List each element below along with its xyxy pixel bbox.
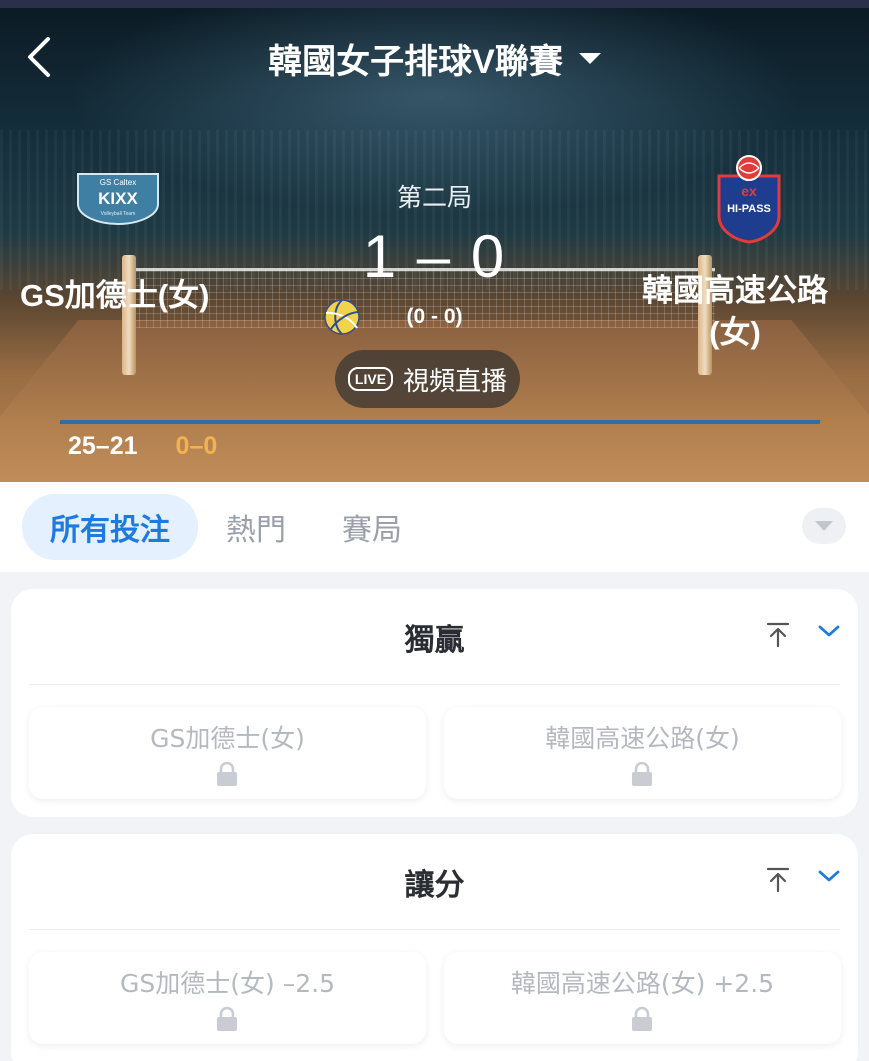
market-tabs: 所有投注 熱門 賽局	[0, 482, 869, 572]
completed-set-score: 25–21	[68, 432, 138, 460]
tab-popular[interactable]: 熱門	[198, 494, 314, 560]
triangle-down-icon	[815, 521, 833, 531]
live-badge: LIVE	[347, 367, 394, 391]
lock-icon	[217, 761, 237, 786]
odds-option-label: 韓國高速公路(女) +2.5	[510, 969, 775, 998]
market-header[interactable]: 讓分	[29, 834, 840, 930]
chevron-down-icon[interactable]	[817, 619, 841, 643]
odds-option-label: 韓國高速公路(女)	[545, 724, 740, 753]
set-scores: 25–21 0–0	[68, 432, 217, 461]
odds-option-label: GS加德士(女)	[150, 724, 305, 753]
lock-icon	[632, 761, 652, 786]
match-header: 韓國女子排球V聯賽 GS Caltex KIXX Volleyball Team…	[0, 0, 869, 482]
current-set-score-highlight: 0–0	[175, 432, 218, 460]
away-team-name-line2: (女)	[709, 315, 761, 350]
caret-down-icon	[578, 53, 601, 64]
odds-option-away[interactable]: 韓國高速公路(女)	[444, 707, 841, 799]
home-team-name: GS加德士(女)	[20, 278, 210, 313]
odds-option-home[interactable]: GS加德士(女)	[29, 707, 426, 799]
league-selector[interactable]: 韓國女子排球V聯賽	[268, 34, 601, 83]
odds-option-home[interactable]: GS加德士(女) –2.5	[29, 952, 426, 1044]
away-team-name: 韓國高速公路 (女)	[625, 270, 845, 354]
away-team-name-line1: 韓國高速公路	[642, 273, 828, 308]
period-label: 第二局	[396, 183, 472, 212]
market-header[interactable]: 獨贏	[29, 589, 840, 685]
lock-icon	[217, 1006, 237, 1031]
odds-option-away[interactable]: 韓國高速公路(女) +2.5	[444, 952, 841, 1044]
chevron-down-icon[interactable]	[817, 864, 841, 888]
market-card-moneyline: 獨贏 GS加德士(女) 韓國高速公路(女)	[11, 589, 858, 817]
live-stream-button[interactable]: LIVE 視頻直播	[335, 350, 520, 408]
pin-to-top-icon[interactable]	[763, 864, 793, 894]
market-card-handicap: 讓分 GS加德士(女) –2.5 韓國高速公路(女) +2.5	[11, 834, 858, 1061]
status-strip	[0, 0, 869, 8]
odds-option-label: GS加德士(女) –2.5	[120, 969, 335, 998]
tab-sets[interactable]: 賽局	[314, 494, 430, 560]
market-title: 獨贏	[404, 623, 465, 658]
pin-to-top-icon[interactable]	[763, 619, 793, 649]
league-title: 韓國女子排球V聯賽	[268, 43, 563, 81]
tab-all-bets[interactable]: 所有投注	[22, 494, 198, 560]
market-title: 讓分	[404, 868, 465, 903]
live-stream-label: 視頻直播	[403, 366, 508, 397]
collapse-all-button[interactable]	[802, 508, 846, 544]
lock-icon	[632, 1006, 652, 1031]
court-line	[59, 420, 821, 424]
